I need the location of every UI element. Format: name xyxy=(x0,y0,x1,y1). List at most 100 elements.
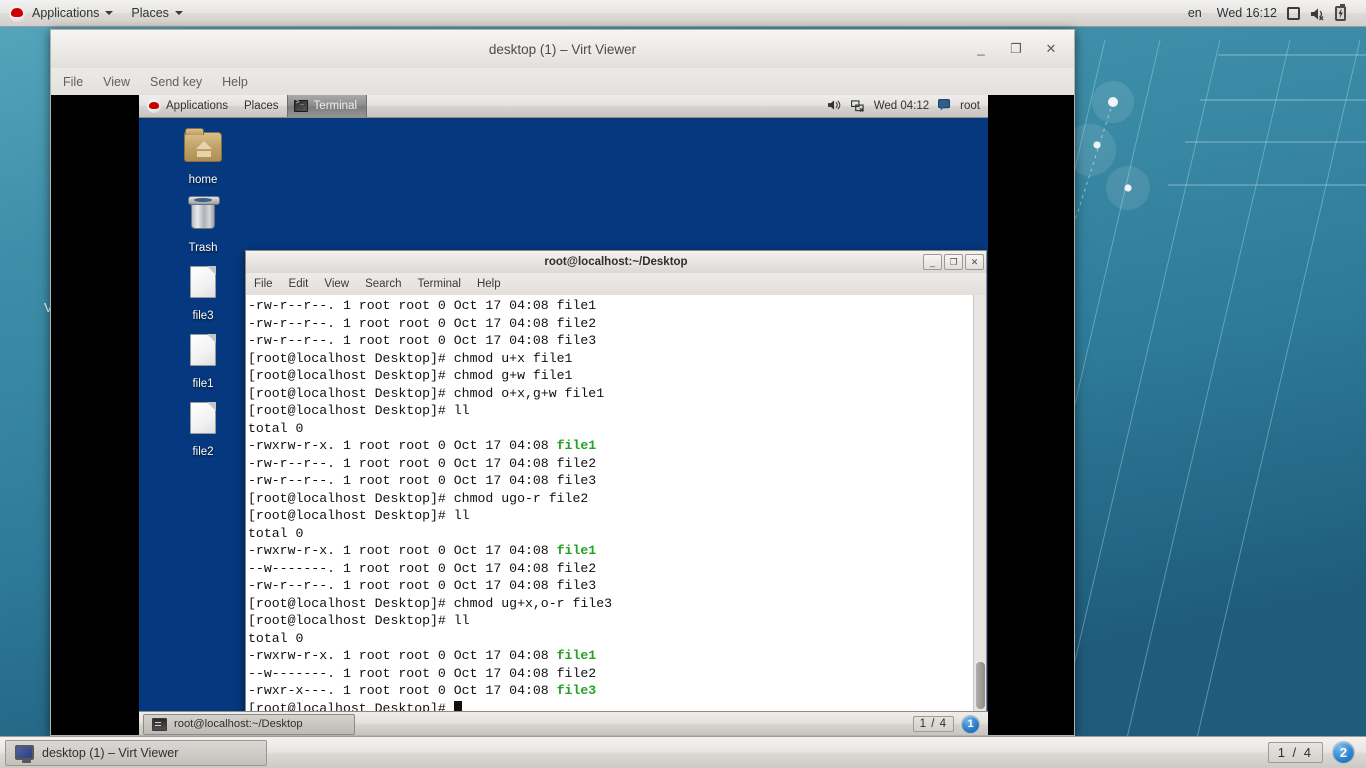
terminal-close-button[interactable]: ✕ xyxy=(965,254,984,270)
guest-user-icon[interactable] xyxy=(938,98,951,114)
display-icon[interactable] xyxy=(1287,6,1300,20)
terminal-menu-edit[interactable]: Edit xyxy=(289,278,309,290)
terminal-filename-executable: file1 xyxy=(556,648,597,663)
desktop-icon-trash[interactable]: Trash xyxy=(155,194,251,254)
terminal-minimize-button[interactable]: _ xyxy=(923,254,942,270)
guest-places-label: Places xyxy=(244,100,279,112)
file-icon xyxy=(180,398,226,442)
network-disconnected-icon[interactable] xyxy=(850,100,865,112)
minimize-button[interactable]: _ xyxy=(974,42,988,56)
terminal-line: total 0 xyxy=(248,420,304,436)
desktop-icon-label: file1 xyxy=(192,378,214,390)
host-workspace-switcher: 1 / 4 2 xyxy=(1267,741,1361,764)
terminal-line: [root@localhost Desktop]# ll xyxy=(248,403,470,418)
desktop-icon-label: Trash xyxy=(188,242,218,254)
desktop-icon-home[interactable]: home xyxy=(155,126,251,186)
file-icon xyxy=(180,262,226,306)
network-icon-glyph xyxy=(850,100,864,112)
desktop-icon-label: home xyxy=(188,174,218,186)
terminal-window-buttons: _ ❐ ✕ xyxy=(921,254,986,270)
trash-icon xyxy=(180,194,226,238)
host-workspace-count[interactable]: 1 / 4 xyxy=(1267,742,1323,763)
guest-panel-status-area: Wed 04:12 root xyxy=(827,98,988,114)
host-taskbar-item-label: desktop (1) – Virt Viewer xyxy=(42,745,179,760)
terminal-icon xyxy=(293,99,308,112)
battery-icon[interactable] xyxy=(1335,3,1346,21)
file-icon xyxy=(180,330,226,374)
menu-help[interactable]: Help xyxy=(222,75,248,89)
terminal-menubar: File Edit View Search Terminal Help xyxy=(245,273,987,295)
user-chat-icon-glyph xyxy=(938,98,951,111)
redhat-logo-icon xyxy=(9,4,26,22)
terminal-scrollbar-thumb[interactable] xyxy=(976,662,985,709)
terminal-line: -rw-r--r--. 1 root root 0 Oct 17 04:08 f… xyxy=(248,333,597,348)
terminal-line: -rwxr-x---. 1 root root 0 Oct 17 04:08 f… xyxy=(248,683,597,698)
terminal-menu-file[interactable]: File xyxy=(254,278,273,290)
virt-viewer-guest-canvas[interactable]: Applications Places Terminal xyxy=(50,95,1075,736)
terminal-scrollbar[interactable] xyxy=(973,295,986,720)
terminal-output[interactable]: -rw-r--r--. 1 root root 0 Oct 17 04:08 f… xyxy=(246,295,973,720)
terminal-menu-search[interactable]: Search xyxy=(365,278,401,290)
applications-menu-label: Applications xyxy=(32,6,100,20)
desktop-icon-file1[interactable]: file1 xyxy=(155,330,251,390)
host-workspace-current-badge[interactable]: 2 xyxy=(1332,741,1355,764)
chevron-down-icon xyxy=(105,11,114,15)
virt-viewer-titlebar[interactable]: desktop (1) – Virt Viewer _ ❐ ✕ xyxy=(50,29,1075,68)
terminal-line: [root@localhost Desktop]# chmod o+x,g+w … xyxy=(248,385,605,401)
terminal-menu-help[interactable]: Help xyxy=(477,278,501,290)
guest-clock[interactable]: Wed 04:12 xyxy=(874,100,929,112)
guest-active-window-label: Terminal xyxy=(313,100,358,112)
menu-file[interactable]: File xyxy=(63,75,83,89)
volume-muted-icon[interactable] xyxy=(1310,7,1325,20)
desktop-icon-label: file3 xyxy=(192,310,214,322)
volume-icon-glyph xyxy=(827,99,841,110)
virt-viewer-title: desktop (1) – Virt Viewer xyxy=(488,41,637,57)
host-taskbar-item-virt-viewer[interactable]: desktop (1) – Virt Viewer xyxy=(5,739,267,766)
menu-send-key[interactable]: Send key xyxy=(150,75,202,89)
desktop-icon-file3[interactable]: file3 xyxy=(155,262,251,322)
terminal-line: -rwxrw-r-x. 1 root root 0 Oct 17 04:08 f… xyxy=(248,543,597,558)
terminal-line: [root@localhost Desktop]# chmod ug+x,o-r… xyxy=(248,595,613,611)
guest-taskbar-item-label: root@localhost:~/Desktop xyxy=(174,718,303,730)
terminal-menu-terminal[interactable]: Terminal xyxy=(418,278,461,290)
battery-bolt-glyph xyxy=(1338,8,1343,18)
places-menu[interactable]: Places xyxy=(122,0,192,26)
guest-workspace-count[interactable]: 1 / 4 xyxy=(912,716,954,732)
guest-workspace-current-badge[interactable]: 1 xyxy=(961,714,980,734)
guest-username[interactable]: root xyxy=(960,100,980,112)
guest-taskbar-item-terminal[interactable]: root@localhost:~/Desktop xyxy=(143,713,355,735)
guest-applications-menu[interactable]: Applications xyxy=(139,95,236,117)
applications-menu[interactable]: Applications xyxy=(0,0,122,26)
host-panel-status-area: en Wed 16:12 xyxy=(1188,3,1366,21)
virt-viewer-window: desktop (1) – Virt Viewer _ ❐ ✕ File Vie… xyxy=(50,29,1075,736)
terminal-filename-executable: file3 xyxy=(556,683,597,698)
terminal-line: total 0 xyxy=(248,525,304,541)
menu-view[interactable]: View xyxy=(103,75,130,89)
terminal-menu-view[interactable]: View xyxy=(324,278,349,290)
host-top-panel: Applications Places en Wed 16:12 xyxy=(0,0,1366,27)
terminal-line: [root@localhost Desktop]# chmod u+x file… xyxy=(248,350,573,366)
terminal-titlebar[interactable]: root@localhost:~/Desktop _ ❐ ✕ xyxy=(245,250,987,273)
terminal-filename-executable: file1 xyxy=(556,438,597,453)
terminal-title: root@localhost:~/Desktop xyxy=(544,256,688,268)
redhat-logo-icon xyxy=(147,99,161,113)
guest-volume-icon[interactable] xyxy=(827,99,842,114)
terminal-maximize-button[interactable]: ❐ xyxy=(944,254,963,270)
terminal-line: -rw-r--r--. 1 root root 0 Oct 17 04:08 f… xyxy=(248,473,597,488)
keyboard-layout-indicator[interactable]: en xyxy=(1188,6,1207,20)
host-clock[interactable]: Wed 16:12 xyxy=(1217,6,1277,20)
guest-places-menu[interactable]: Places xyxy=(236,95,287,117)
terminal-line: [root@localhost Desktop]# ll xyxy=(248,508,470,523)
chevron-down-icon xyxy=(174,11,183,15)
terminal-line: --w-------. 1 root root 0 Oct 17 04:08 f… xyxy=(248,560,597,576)
guest-window-list-terminal[interactable]: Terminal xyxy=(286,95,368,117)
desktop-icon-label: file2 xyxy=(192,446,214,458)
close-button[interactable]: ✕ xyxy=(1044,42,1058,56)
terminal-body[interactable]: -rw-r--r--. 1 root root 0 Oct 17 04:08 f… xyxy=(245,295,987,721)
terminal-line: [root@localhost Desktop]# chmod g+w file… xyxy=(248,368,573,383)
volume-muted-glyph xyxy=(1311,8,1324,20)
guest-top-panel: Applications Places Terminal xyxy=(139,95,988,118)
maximize-button[interactable]: ❐ xyxy=(1009,42,1023,56)
guest-applications-label: Applications xyxy=(166,100,229,112)
desktop-icon-file2[interactable]: file2 xyxy=(155,398,251,458)
